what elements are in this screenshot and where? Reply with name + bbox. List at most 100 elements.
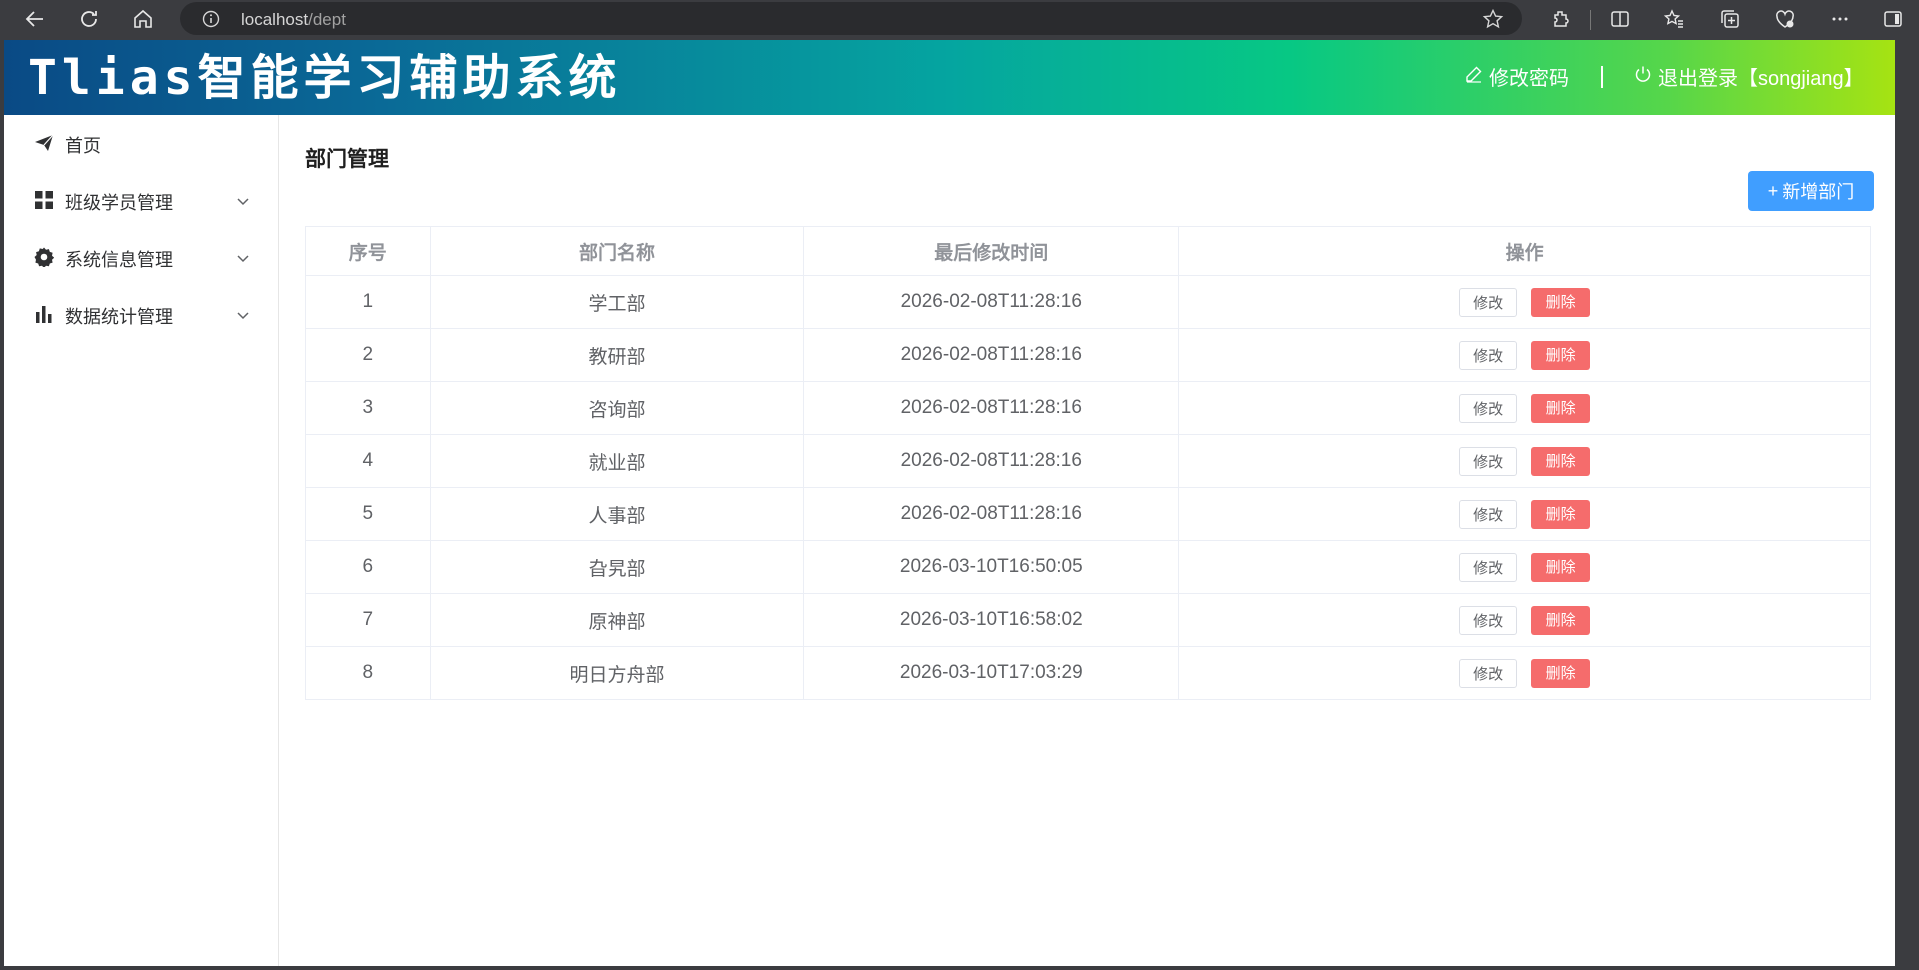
delete-button[interactable]: 删除 (1531, 552, 1591, 582)
browser-essentials-icon[interactable] (1770, 4, 1800, 34)
edit-button[interactable]: 修改 (1459, 658, 1518, 688)
favorites-icon[interactable] (1659, 4, 1689, 34)
brand-title: Tlias智能学习辅助系统 (28, 50, 622, 106)
address-bar[interactable]: localhost/dept (180, 2, 1522, 35)
sidebar-item-home[interactable]: 首页 (4, 115, 278, 171)
cell-index: 8 (305, 646, 431, 700)
grid-icon (34, 190, 54, 210)
url-path: /dept (308, 10, 346, 29)
cell-department-name: 就业部 (429, 434, 805, 488)
cell-updated-time: 2026-02-08T11:28:16 (803, 381, 1180, 435)
table-header-row: 序号 部门名称 最后修改时间 操作 (305, 226, 1871, 276)
cell-updated-time: 2026-02-08T11:28:16 (803, 328, 1180, 382)
edit-button[interactable]: 修改 (1459, 340, 1518, 370)
cell-updated-time: 2026-03-10T16:50:05 (803, 540, 1180, 594)
delete-button[interactable]: 删除 (1531, 393, 1591, 423)
cell-updated-time: 2026-02-08T11:28:16 (803, 275, 1180, 329)
change-password-link[interactable]: 修改密码 (1465, 62, 1569, 91)
url-host: localhost (241, 10, 309, 29)
delete-button[interactable]: 删除 (1531, 287, 1591, 317)
table-row: 6 旮旯部 2026-03-10T16:50:05 修改 删除 (305, 540, 1871, 594)
more-options-icon[interactable] (1825, 4, 1855, 34)
logout-link[interactable]: 退出登录【songjiang】 (1634, 62, 1864, 91)
cell-index: 6 (305, 540, 431, 594)
cell-actions: 修改 删除 (1178, 487, 1871, 541)
table-row: 7 原神部 2026-03-10T16:58:02 修改 删除 (305, 593, 1871, 647)
paper-plane-icon (34, 133, 54, 153)
cell-department-name: 旮旯部 (429, 540, 805, 594)
page-title: 部门管理 (305, 148, 389, 171)
refresh-icon[interactable] (74, 4, 104, 34)
change-password-label: 修改密码 (1489, 68, 1569, 90)
extensions-icon[interactable] (1546, 4, 1576, 34)
column-header-name: 部门名称 (429, 226, 805, 276)
table-row: 2 教研部 2026-02-08T11:28:16 修改 删除 (305, 328, 1871, 382)
cell-actions: 修改 删除 (1178, 328, 1871, 382)
cell-index: 7 (305, 593, 431, 647)
site-info-icon[interactable] (202, 10, 220, 33)
column-header-actions: 操作 (1178, 226, 1871, 276)
delete-button[interactable]: 删除 (1531, 340, 1591, 370)
sidebar-item-label: 系统信息管理 (65, 250, 173, 270)
edit-button[interactable]: 修改 (1459, 605, 1518, 635)
edit-icon (1465, 65, 1483, 89)
cell-updated-time: 2026-02-08T11:28:16 (803, 434, 1180, 488)
cell-department-name: 咨询部 (429, 381, 805, 435)
cell-index: 5 (305, 487, 431, 541)
cell-department-name: 原神部 (429, 593, 805, 647)
cell-index: 4 (305, 434, 431, 488)
table-row: 1 学工部 2026-02-08T11:28:16 修改 删除 (305, 275, 1871, 329)
cell-index: 1 (305, 275, 431, 329)
sidebar-item-label: 首页 (65, 136, 101, 156)
add-department-button[interactable]: + 新增部门 (1748, 171, 1874, 211)
sidebar-item-label: 班级学员管理 (65, 193, 173, 213)
split-screen-icon[interactable] (1605, 4, 1635, 34)
chevron-down-icon (236, 249, 250, 270)
delete-button[interactable]: 删除 (1531, 499, 1591, 529)
home-icon[interactable] (128, 4, 158, 34)
sidebar-item-class-students[interactable]: 班级学员管理 (4, 172, 278, 228)
logout-label: 退出登录【songjiang】 (1658, 68, 1864, 90)
collections-icon[interactable] (1715, 4, 1745, 34)
back-icon[interactable] (20, 4, 50, 34)
cell-department-name: 人事部 (429, 487, 805, 541)
cell-actions: 修改 删除 (1178, 381, 1871, 435)
add-department-label: 新增部门 (1782, 182, 1855, 202)
cell-index: 2 (305, 328, 431, 382)
edit-button[interactable]: 修改 (1459, 499, 1518, 529)
sidebar-item-data-stats[interactable]: 数据统计管理 (4, 286, 278, 342)
cell-department-name: 学工部 (429, 275, 805, 329)
cell-actions: 修改 删除 (1178, 434, 1871, 488)
table-row: 8 明日方舟部 2026-03-10T17:03:29 修改 删除 (305, 646, 1871, 700)
cell-department-name: 明日方舟部 (429, 646, 805, 700)
cell-actions: 修改 删除 (1178, 275, 1871, 329)
cell-updated-time: 2026-02-08T11:28:16 (803, 487, 1180, 541)
plus-icon: + (1767, 180, 1779, 201)
cell-department-name: 教研部 (429, 328, 805, 382)
edit-button[interactable]: 修改 (1459, 552, 1518, 582)
sidebar-toggle-icon[interactable] (1878, 4, 1908, 34)
cell-actions: 修改 删除 (1178, 540, 1871, 594)
cell-updated-time: 2026-03-10T17:03:29 (803, 646, 1180, 700)
power-icon (1634, 65, 1652, 89)
favorite-star-icon[interactable] (1482, 8, 1504, 35)
sidebar: 首页 班级学员管理 系统信息管理 数据统计管理 (4, 115, 279, 966)
table-row: 4 就业部 2026-02-08T11:28:16 修改 删除 (305, 434, 1871, 488)
header-divider (1601, 66, 1603, 88)
delete-button[interactable]: 删除 (1531, 605, 1591, 635)
sidebar-item-label: 数据统计管理 (65, 307, 173, 327)
edit-button[interactable]: 修改 (1459, 446, 1518, 476)
delete-button[interactable]: 删除 (1531, 658, 1591, 688)
delete-button[interactable]: 删除 (1531, 446, 1591, 476)
url-text: localhost/dept (241, 10, 346, 30)
sidebar-item-system-info[interactable]: 系统信息管理 (4, 229, 278, 285)
main-content: 部门管理 + 新增部门 序号 部门名称 最后修改时间 操作 1 学工部 2026-0… (279, 115, 1895, 966)
bar-chart-icon (34, 304, 54, 324)
browser-toolbar: localhost/dept (0, 0, 1919, 38)
edit-button[interactable]: 修改 (1459, 287, 1518, 317)
gear-icon (34, 247, 55, 268)
cell-index: 3 (305, 381, 431, 435)
edit-button[interactable]: 修改 (1459, 393, 1518, 423)
department-table: 序号 部门名称 最后修改时间 操作 1 学工部 2026-02-08T11:28:1… (305, 226, 1871, 700)
app-header: Tlias智能学习辅助系统 修改密码 退出登录【songjiang】 (4, 40, 1895, 115)
